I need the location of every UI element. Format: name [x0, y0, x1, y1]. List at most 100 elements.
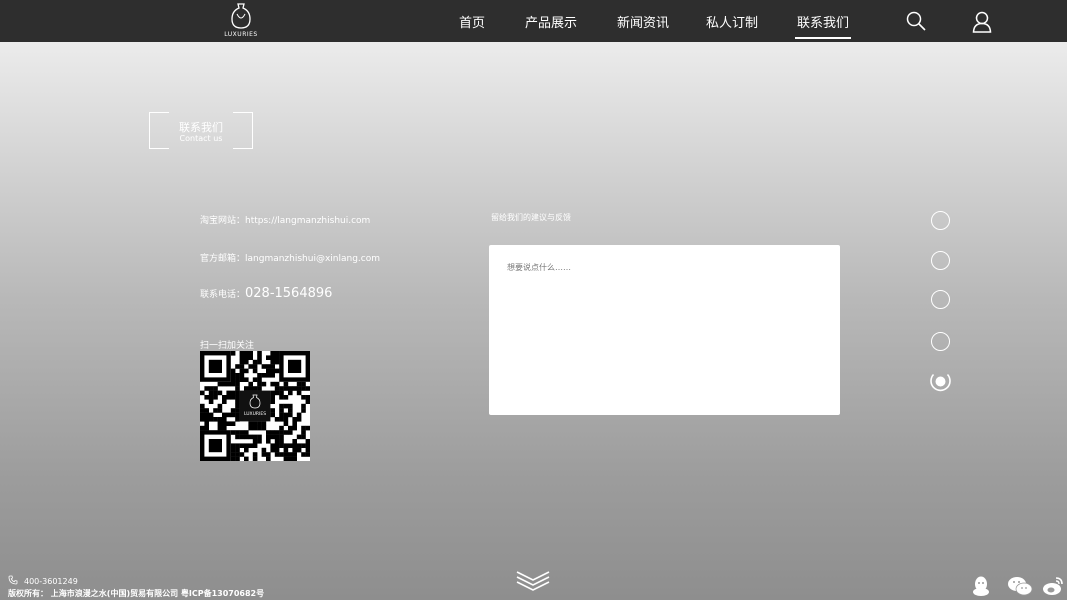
- qr-module: [305, 399, 311, 404]
- nav-item-contact[interactable]: 联系我们: [794, 12, 852, 39]
- qr-module: [248, 381, 253, 387]
- email-link[interactable]: langmanzhishui@xinlang.com: [245, 254, 380, 264]
- qr-module: [235, 443, 240, 448]
- qr-module: [283, 412, 289, 418]
- qr-module: [296, 417, 302, 422]
- qr-module: [244, 447, 249, 453]
- qr-module: [235, 381, 240, 387]
- qr-module: [270, 399, 275, 404]
- qr-finder-pattern: [208, 359, 222, 373]
- qr-module: [235, 395, 240, 400]
- qr-module: [283, 421, 289, 426]
- qr-module: [239, 430, 245, 435]
- qr-module: [305, 452, 311, 457]
- qr-module: [252, 452, 258, 457]
- qr-module: [266, 373, 271, 378]
- qq-icon[interactable]: [970, 575, 992, 600]
- qr-finder-pattern: [288, 359, 302, 373]
- qr-module: [296, 386, 302, 391]
- qr-module: [248, 351, 253, 356]
- qr-module: [248, 421, 253, 426]
- brand-logo[interactable]: LUXURIES: [220, 2, 262, 40]
- qr-module: [288, 390, 293, 396]
- qr-code: LUXURIES: [200, 351, 311, 462]
- qr-module: [217, 381, 223, 387]
- qr-module: [261, 373, 267, 378]
- qr-module: [200, 390, 205, 396]
- qr-module: [235, 417, 240, 422]
- qr-module: [301, 395, 306, 400]
- qr-module: [222, 412, 227, 418]
- qr-module: [252, 425, 258, 431]
- qr-module: [292, 447, 297, 453]
- pager-dot-1[interactable]: [931, 211, 950, 230]
- qr-module: [217, 421, 223, 426]
- user-icon[interactable]: [972, 11, 992, 37]
- pager-dot-2[interactable]: [931, 251, 950, 270]
- pager-dot-3[interactable]: [931, 290, 950, 309]
- top-navigation-bar: LUXURIES 首页 产品展示 新闻资讯 私人订制 联系我们: [0, 0, 1067, 42]
- pager-dot-5-active[interactable]: [929, 370, 952, 393]
- feedback-label: 留给我们的建议与反馈: [491, 213, 571, 222]
- qr-module: [235, 373, 240, 378]
- taobao-link[interactable]: https://langmanzhishui.com: [245, 216, 370, 226]
- qr-module: [279, 425, 284, 431]
- qr-module: [235, 390, 240, 396]
- qr-module: [288, 408, 293, 413]
- qr-module: [305, 439, 311, 444]
- pager-dot-4[interactable]: [931, 332, 950, 351]
- qr-module: [213, 417, 218, 422]
- nav-item-home[interactable]: 首页: [459, 12, 485, 31]
- qr-module: [296, 434, 302, 440]
- qr-module: [296, 447, 302, 453]
- qr-module: [292, 456, 297, 462]
- qr-module: [248, 434, 253, 440]
- qr-module: [288, 386, 293, 391]
- qr-module: [301, 430, 306, 435]
- qr-module: [204, 417, 209, 422]
- nav-item-custom[interactable]: 私人订制: [706, 12, 758, 31]
- qr-module: [301, 452, 306, 457]
- weibo-icon[interactable]: [1042, 575, 1064, 600]
- qr-module: [274, 359, 280, 365]
- qr-module: [244, 434, 249, 440]
- search-icon[interactable]: [906, 11, 926, 35]
- nav-item-products[interactable]: 产品展示: [525, 12, 577, 31]
- phone-label: 联系电话：: [200, 290, 246, 300]
- qr-module: [288, 403, 293, 409]
- qr-module: [279, 395, 284, 400]
- qr-module: [296, 443, 302, 448]
- qr-module: [235, 377, 240, 382]
- qr-module: [283, 395, 289, 400]
- qr-module: [208, 412, 214, 418]
- taobao-info: 淘宝网站：https://langmanzhishui.com: [200, 213, 370, 226]
- qr-module: [204, 408, 209, 413]
- email-label: 官方邮箱：: [200, 254, 246, 264]
- qr-module: [261, 425, 267, 431]
- feedback-textarea[interactable]: [489, 245, 840, 415]
- qr-module: [283, 443, 289, 448]
- qr-module: [301, 381, 306, 387]
- qr-module: [213, 390, 218, 396]
- scroll-down-icon[interactable]: [515, 569, 551, 595]
- qr-module: [235, 456, 240, 462]
- nav-item-news[interactable]: 新闻资讯: [617, 12, 669, 31]
- wechat-icon[interactable]: [1007, 575, 1033, 600]
- qr-module: [239, 434, 245, 440]
- qr-module: [257, 377, 262, 382]
- qr-module: [208, 417, 214, 422]
- qr-module: [270, 434, 275, 440]
- qr-module: [226, 421, 231, 426]
- qr-module: [239, 364, 245, 369]
- qr-module: [235, 452, 240, 457]
- qr-module: [248, 355, 253, 360]
- qr-module: [248, 386, 253, 391]
- qr-module: [266, 439, 271, 444]
- qr-label: 扫一扫加关注: [200, 341, 255, 351]
- qr-module: [204, 386, 209, 391]
- qr-module: [274, 390, 280, 396]
- qr-module: [279, 434, 284, 440]
- qr-module: [217, 408, 223, 413]
- qr-module: [222, 395, 227, 400]
- qr-module: [244, 456, 249, 462]
